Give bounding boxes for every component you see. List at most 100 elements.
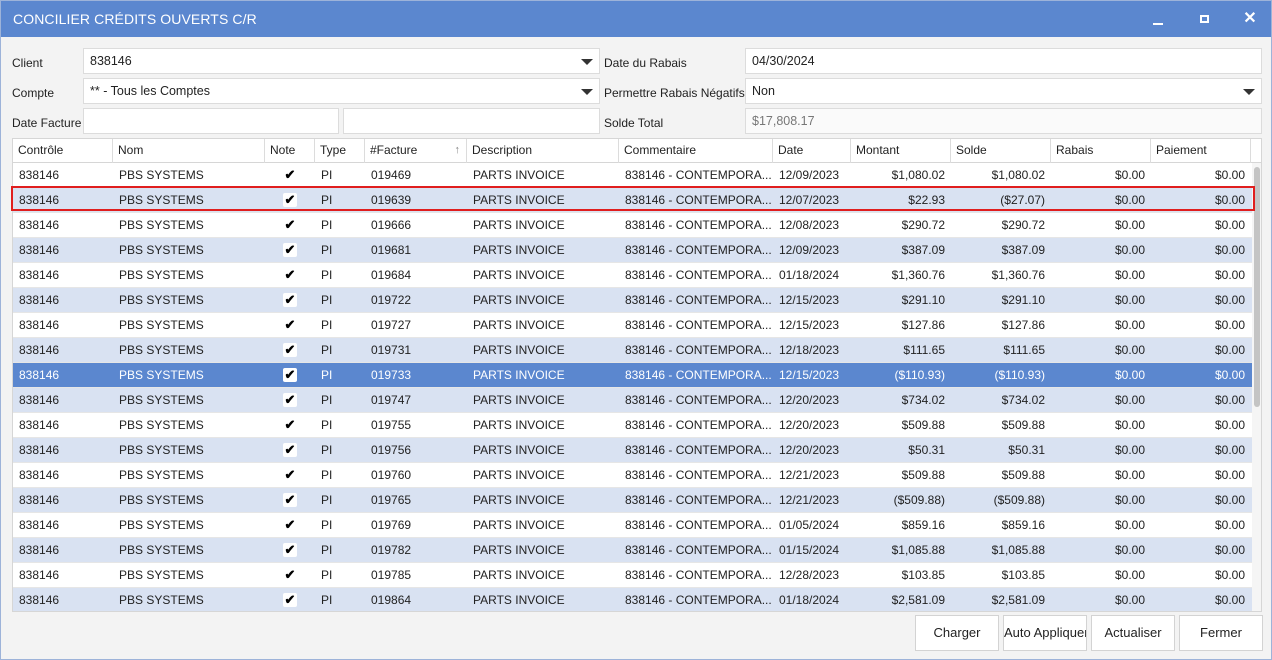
- auto-appliquer-button[interactable]: Auto Appliquer: [1003, 615, 1087, 651]
- cell-facture: 019782: [371, 543, 412, 557]
- table-row[interactable]: 838146 PBS SYSTEMS ✔ PI 019747 PARTS INVOICE 8…: [13, 388, 1253, 413]
- cell-description: PARTS INVOICE: [473, 318, 565, 332]
- cell-description: PARTS INVOICE: [473, 168, 565, 182]
- table-row[interactable]: 838146 PBS SYSTEMS ✔ PI 019722 PARTS INVOICE 8…: [13, 288, 1253, 313]
- table-row[interactable]: 838146 PBS SYSTEMS ✔ PI 019727 PARTS INVOICE 8…: [13, 313, 1253, 338]
- fermer-button[interactable]: Fermer: [1179, 615, 1263, 651]
- column-header-label: Contrôle: [18, 143, 64, 157]
- cell-date: 12/28/2023: [779, 568, 840, 582]
- column-header-note[interactable]: Note: [265, 139, 315, 163]
- cell-description: PARTS INVOICE: [473, 243, 565, 257]
- note-checkbox[interactable]: ✔: [283, 268, 297, 282]
- note-checkbox[interactable]: ✔: [283, 468, 297, 482]
- cell-rabais: $0.00: [1114, 243, 1145, 257]
- table-row[interactable]: 838146 PBS SYSTEMS ✔ PI 019756 PARTS INVOICE 8…: [13, 438, 1253, 463]
- window-title: CONCILIER CRÉDITS OUVERTS C/R: [13, 11, 257, 27]
- dialog-window: CONCILIER CRÉDITS OUVERTS C/R ✕ Client 8…: [0, 0, 1272, 660]
- table-row[interactable]: 838146 PBS SYSTEMS ✔ PI 019684 PARTS INVOICE 8…: [13, 263, 1253, 288]
- cell-solde: $509.88: [1001, 418, 1045, 432]
- table-row[interactable]: 838146 PBS SYSTEMS ✔ PI 019785 PARTS INVOICE 8…: [13, 563, 1253, 588]
- note-checkbox[interactable]: ✔: [283, 518, 297, 532]
- table-row[interactable]: 838146 PBS SYSTEMS ✔ PI 019731 PARTS INVOICE 8…: [13, 338, 1253, 363]
- note-checkbox[interactable]: ✔: [283, 368, 297, 382]
- invoices-grid[interactable]: Contrôle Nom Note Type #Facture ↑ Description C…: [12, 138, 1262, 612]
- table-row[interactable]: 838146 PBS SYSTEMS ✔ PI 019769 PARTS INVOICE 8…: [13, 513, 1253, 538]
- table-row[interactable]: 838146 PBS SYSTEMS ✔ PI 019864 PARTS INVOICE 8…: [13, 588, 1253, 611]
- cell-nom: PBS SYSTEMS: [119, 343, 204, 357]
- table-row[interactable]: 838146 PBS SYSTEMS ✔ PI 019681 PARTS INVOICE 8…: [13, 238, 1253, 263]
- minimize-button[interactable]: [1135, 1, 1181, 37]
- column-header-rabais[interactable]: Rabais: [1051, 139, 1151, 163]
- cell-description: PARTS INVOICE: [473, 193, 565, 207]
- cell-commentaire: 838146 - CONTEMPORA...: [625, 268, 772, 282]
- cell-type: PI: [321, 368, 333, 382]
- note-checkbox[interactable]: ✔: [283, 393, 297, 407]
- note-checkbox[interactable]: ✔: [283, 543, 297, 557]
- note-checkbox[interactable]: ✔: [283, 593, 297, 607]
- permettre-rabais-dropdown[interactable]: Non: [745, 78, 1262, 104]
- cell-solde: ($509.88): [993, 493, 1045, 507]
- table-row[interactable]: 838146 PBS SYSTEMS ✔ PI 019760 PARTS INVOICE 8…: [13, 463, 1253, 488]
- cell-type: PI: [321, 193, 333, 207]
- date-facture-from-input[interactable]: [83, 108, 339, 134]
- cell-description: PARTS INVOICE: [473, 293, 565, 307]
- note-checkbox[interactable]: ✔: [283, 193, 297, 207]
- note-checkbox[interactable]: ✔: [283, 243, 297, 257]
- table-row[interactable]: 838146 PBS SYSTEMS ✔ PI 019765 PARTS INVOICE 8…: [13, 488, 1253, 513]
- charger-button[interactable]: Charger: [915, 615, 999, 651]
- note-checkbox[interactable]: ✔: [283, 568, 297, 582]
- column-header-facture[interactable]: #Facture ↑: [365, 139, 467, 163]
- column-header-paiement[interactable]: Paiement: [1151, 139, 1251, 163]
- cell-date: 01/18/2024: [779, 593, 840, 607]
- note-checkbox[interactable]: ✔: [283, 293, 297, 307]
- note-checkbox[interactable]: ✔: [283, 343, 297, 357]
- cell-nom: PBS SYSTEMS: [119, 193, 204, 207]
- note-checkbox[interactable]: ✔: [283, 218, 297, 232]
- column-header-date[interactable]: Date: [773, 139, 851, 163]
- cell-controle: 838146: [19, 343, 60, 357]
- actualiser-button[interactable]: Actualiser: [1091, 615, 1175, 651]
- column-header-montant[interactable]: Montant: [851, 139, 951, 163]
- maximize-button[interactable]: [1181, 1, 1227, 37]
- cell-montant: $1,360.76: [891, 268, 945, 282]
- table-row[interactable]: 838146 PBS SYSTEMS ✔ PI 019755 PARTS INVOICE 8…: [13, 413, 1253, 438]
- table-row[interactable]: 838146 PBS SYSTEMS ✔ PI 019782 PARTS INVOICE 8…: [13, 538, 1253, 563]
- note-checkbox[interactable]: ✔: [283, 318, 297, 332]
- cell-paiement: $0.00: [1214, 193, 1245, 207]
- date-facture-to-input[interactable]: [343, 108, 600, 134]
- client-dropdown[interactable]: 838146: [83, 48, 600, 74]
- compte-dropdown[interactable]: ** - Tous les Comptes: [83, 78, 600, 104]
- note-checkbox[interactable]: ✔: [283, 418, 297, 432]
- table-row[interactable]: 838146 PBS SYSTEMS ✔ PI 019469 PARTS INVOICE 8…: [13, 163, 1253, 188]
- vertical-scrollbar[interactable]: [1252, 163, 1261, 611]
- column-header-controle[interactable]: Contrôle: [13, 139, 113, 163]
- close-button[interactable]: ✕: [1227, 1, 1272, 37]
- note-checkbox[interactable]: ✔: [283, 168, 297, 182]
- table-row[interactable]: 838146 PBS SYSTEMS ✔ PI 019666 PARTS INVOICE 8…: [13, 213, 1253, 238]
- cell-montant: $2,581.09: [891, 593, 945, 607]
- cell-commentaire: 838146 - CONTEMPORA...: [625, 168, 772, 182]
- date-rabais-input[interactable]: 04/30/2024: [745, 48, 1262, 74]
- cell-nom: PBS SYSTEMS: [119, 393, 204, 407]
- note-checkbox[interactable]: ✔: [283, 443, 297, 457]
- column-header-type[interactable]: Type: [315, 139, 365, 163]
- cell-description: PARTS INVOICE: [473, 468, 565, 482]
- cell-nom: PBS SYSTEMS: [119, 518, 204, 532]
- cell-facture: 019727: [371, 318, 412, 332]
- cell-date: 12/09/2023: [779, 243, 840, 257]
- note-checkbox[interactable]: ✔: [283, 493, 297, 507]
- title-bar[interactable]: CONCILIER CRÉDITS OUVERTS C/R ✕: [1, 1, 1271, 37]
- cell-rabais: $0.00: [1114, 443, 1145, 457]
- column-header-description[interactable]: Description: [467, 139, 619, 163]
- table-row[interactable]: 838146 PBS SYSTEMS ✔ PI 019733 PARTS INVOICE 8…: [13, 363, 1253, 388]
- column-header-nom[interactable]: Nom: [113, 139, 265, 163]
- column-header-solde[interactable]: Solde: [951, 139, 1051, 163]
- scrollbar-thumb[interactable]: [1254, 167, 1260, 407]
- cell-rabais: $0.00: [1114, 493, 1145, 507]
- cell-nom: PBS SYSTEMS: [119, 268, 204, 282]
- cell-commentaire: 838146 - CONTEMPORA...: [625, 493, 772, 507]
- cell-type: PI: [321, 443, 333, 457]
- cell-commentaire: 838146 - CONTEMPORA...: [625, 593, 772, 607]
- table-row[interactable]: 838146 PBS SYSTEMS ✔ PI 019639 PARTS INVOICE 8…: [13, 188, 1253, 213]
- column-header-commentaire[interactable]: Commentaire: [619, 139, 773, 163]
